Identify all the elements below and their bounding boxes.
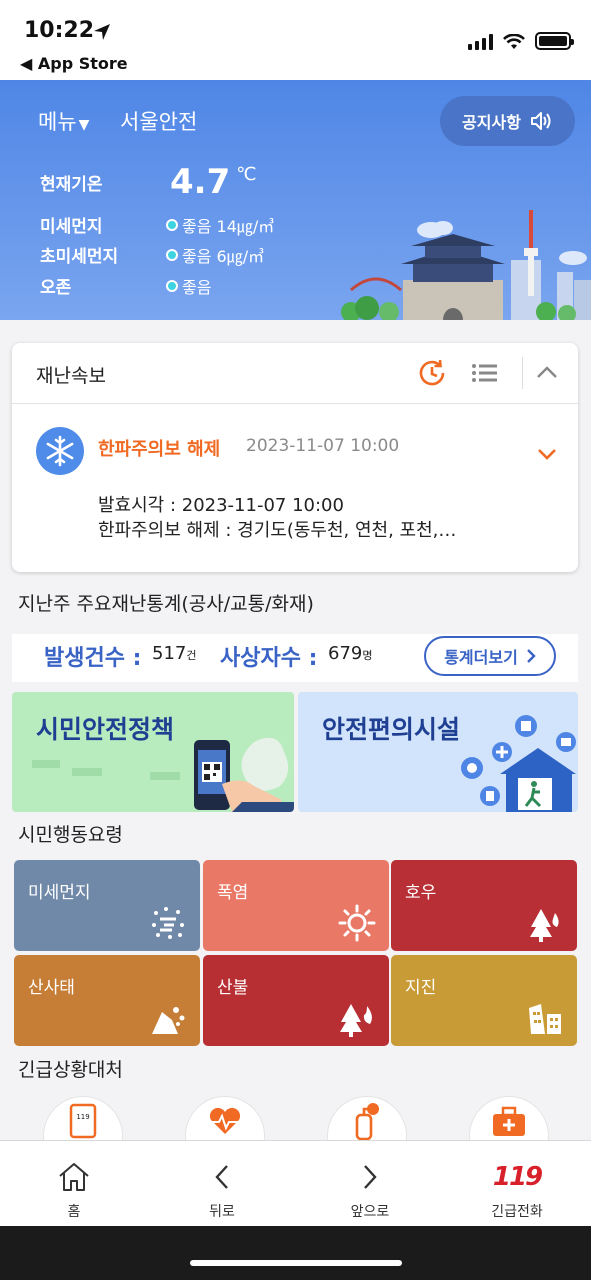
alert-issue-time: 발효시각 : 2023-11-07 10:00 <box>98 495 344 516</box>
view-stats-button[interactable]: 통계더보기 <box>424 636 556 676</box>
temperature-value: 4.7 <box>170 162 231 202</box>
heavy-rain-icon <box>530 909 559 942</box>
phone-119-text: 119 <box>76 1113 89 1121</box>
list-icon[interactable] <box>470 357 500 389</box>
disaster-alert-card: 재난속보 한파주의보 해제 2023-11-07 10:00 발효시각 : 20… <box>12 343 578 572</box>
ozone-label: 오존 <box>40 278 72 298</box>
phone-119-icon: 119 <box>69 1103 97 1139</box>
temperature-label: 현재기온 <box>40 174 103 195</box>
tab-emergency-call-label: 긴급전화 <box>491 1204 543 1220</box>
location-arrow-icon <box>94 24 110 40</box>
speaker-icon <box>530 112 551 130</box>
alert-detail: 한파주의보 해제 : 경기도(동두천, 연천, 포천,… <box>98 520 457 541</box>
casualty-label: 사상자수 : <box>220 646 318 671</box>
guide-fine-dust[interactable]: 미세먼지 <box>14 860 200 951</box>
notice-button[interactable]: 공지사항 <box>440 96 575 146</box>
earthquake-icon <box>529 1004 561 1034</box>
battery-icon <box>535 32 574 50</box>
citizen-safety-policy-banner[interactable]: 시민안전정책 <box>12 692 294 812</box>
sun-icon <box>338 904 376 942</box>
fine-dust-label: 미세먼지 <box>40 217 103 237</box>
fine-dust-icon <box>152 907 184 939</box>
tile-label: 미세먼지 <box>28 883 91 903</box>
tab-forward-label: 앞으로 <box>350 1204 390 1220</box>
emergency-119-logo: 119 <box>492 1162 543 1192</box>
ultrafine-dust-label: 초미세먼지 <box>40 247 119 267</box>
guide-heavy-rain[interactable]: 호우 <box>391 860 577 951</box>
good-status-dot <box>166 218 178 231</box>
guide-earthquake[interactable]: 지진 <box>391 955 577 1046</box>
weather-header: 메뉴 ▼ 서울안전 공지사항 현재기온 4.7 ℃ 미세먼지 좋음 14㎍/㎥ 초… <box>0 80 591 320</box>
card-title: 재난속보 <box>36 365 106 387</box>
app-title: 서울안전 <box>120 110 198 134</box>
alert-title[interactable]: 한파주의보 해제 <box>98 435 220 461</box>
chevron-right-icon <box>364 1165 377 1189</box>
fine-dust-value: 좋음 14㎍/㎥ <box>182 216 275 236</box>
guide-forest-fire[interactable]: 산불 <box>203 955 389 1046</box>
seoul-skyline-illustration <box>341 210 591 320</box>
ultrafine-dust-row: 초미세먼지 좋음 6㎍/㎥ <box>40 242 265 268</box>
wifi-icon <box>503 34 525 49</box>
tab-home-label: 홈 <box>67 1204 81 1220</box>
emergency-section-label: 긴급상황대처 <box>18 1059 123 1081</box>
guide-landslide[interactable]: 산사태 <box>14 955 200 1046</box>
occurrence-value: 517건 <box>152 643 197 664</box>
stats-section-label: 지난주 주요재난통계(공사/교통/화재) <box>18 593 314 615</box>
tile-label: 산불 <box>217 978 249 998</box>
first-aid-kit-icon <box>493 1106 525 1136</box>
landslide-icon <box>152 1007 185 1034</box>
snowflake-icon <box>36 427 84 475</box>
view-stats-label: 통계더보기 <box>444 648 518 667</box>
fine-dust-row: 미세먼지 좋음 14㎍/㎥ <box>40 212 275 238</box>
notice-label: 공지사항 <box>462 113 521 132</box>
menu-label: 메뉴 <box>38 110 77 134</box>
heartbeat-icon <box>209 1107 241 1134</box>
status-bar: 10:22 ◀ App Store <box>0 0 591 80</box>
chevron-down-icon[interactable] <box>536 447 558 461</box>
tab-home[interactable]: 홈 <box>0 1141 148 1227</box>
tile-label: 산사태 <box>28 978 75 998</box>
weekly-stats: 발생건수 : 517건 사상자수 : 679명 통계더보기 <box>12 634 578 682</box>
alert-body: 발효시각 : 2023-11-07 10:00 한파주의보 해제 : 경기도(동… <box>98 493 456 543</box>
tab-emergency-call[interactable]: 119 긴급전화 <box>443 1141 591 1227</box>
tile-label: 호우 <box>405 883 437 903</box>
bottom-tab-bar: 홈 뒤로 앞으로 119 긴급전화 <box>0 1140 591 1226</box>
tile-label: 지진 <box>405 978 437 998</box>
forest-fire-icon <box>340 1004 372 1037</box>
guide-section-label: 시민행동요령 <box>18 824 123 846</box>
tab-back-label: 뒤로 <box>209 1204 235 1220</box>
alert-datetime: 2023-11-07 10:00 <box>246 436 400 456</box>
fire-extinguisher-icon <box>355 1103 379 1141</box>
clock: 10:22 <box>24 18 95 43</box>
guide-heat-wave[interactable]: 폭염 <box>203 860 389 951</box>
ozone-value: 좋음 <box>182 277 212 297</box>
temperature-row: 현재기온 4.7 ℃ <box>40 162 256 202</box>
ultrafine-dust-value: 좋음 6㎍/㎥ <box>182 246 265 266</box>
tab-back[interactable]: 뒤로 <box>148 1141 296 1227</box>
history-clock-icon[interactable] <box>416 357 448 389</box>
chevron-left-icon <box>215 1165 228 1189</box>
banner-title: 안전편의시설 <box>322 715 461 744</box>
caret-down-icon: ▼ <box>78 117 90 133</box>
ozone-row: 오존 좋음 <box>40 273 212 299</box>
good-status-dot <box>166 279 178 292</box>
casualty-value: 679명 <box>328 643 373 664</box>
emergency-exit-house-illustration <box>461 715 576 812</box>
home-icon <box>59 1163 89 1191</box>
good-status-dot <box>166 248 178 261</box>
chevron-up-icon[interactable] <box>534 361 560 385</box>
menu-button[interactable]: 메뉴 ▼ <box>38 106 89 136</box>
tab-forward[interactable]: 앞으로 <box>296 1141 444 1227</box>
cellular-signal-icon <box>468 34 493 50</box>
temperature-unit: ℃ <box>236 164 257 185</box>
back-to-app-store[interactable]: ◀ App Store <box>20 54 128 73</box>
divider <box>522 357 523 389</box>
tile-label: 폭염 <box>217 883 249 903</box>
occurrence-label: 발생건수 : <box>44 646 142 671</box>
safety-facilities-banner[interactable]: 안전편의시설 <box>298 692 578 812</box>
home-indicator <box>0 1226 591 1280</box>
chevron-right-icon <box>526 649 536 663</box>
phone-map-illustration <box>32 737 294 812</box>
